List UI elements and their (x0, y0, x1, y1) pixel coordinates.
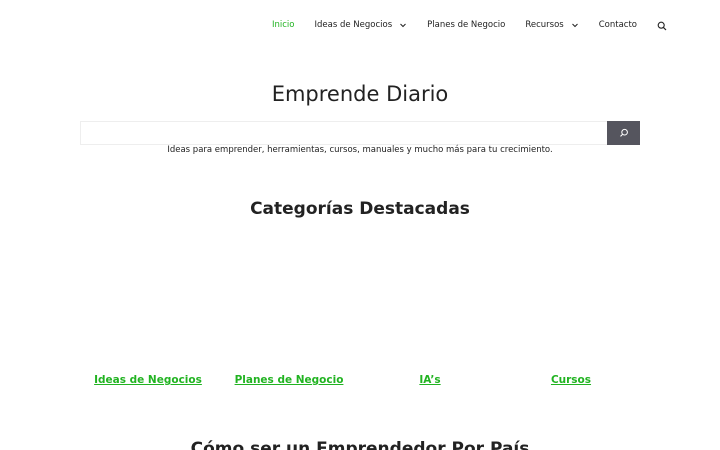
search-input[interactable] (80, 121, 607, 145)
nav-item-label: Contacto (598, 20, 638, 30)
entrepreneur-by-country-title: Cómo ser un Emprendedor Por País (190, 439, 530, 450)
nav-item-inicio[interactable]: Inicio (262, 0, 305, 50)
site-title: Emprende Diario (271, 82, 449, 106)
nav-item-label: Ideas de Negocios (314, 20, 393, 30)
nav-item-label: Recursos (525, 20, 564, 30)
chevron-down-icon (571, 21, 579, 29)
chevron-down-icon (399, 21, 407, 29)
category-link-cursos[interactable]: Cursos (511, 374, 631, 386)
nav-item-contacto[interactable]: Contacto (589, 0, 647, 50)
search-form (80, 121, 640, 145)
category-link-ideas-de-negocios[interactable]: Ideas de Negocios (88, 374, 208, 386)
search-icon (657, 16, 667, 35)
category-link-ias[interactable]: IA’s (370, 374, 490, 386)
nav-item-recursos[interactable]: Recursos (515, 0, 588, 50)
nav-item-label: Inicio (272, 20, 295, 30)
main-menu: Inicio Ideas de Negocios Planes de Negoc… (262, 0, 677, 50)
search-submit-button[interactable] (607, 121, 640, 145)
nav-item-planes-de-negocio[interactable]: Planes de Negocio (417, 0, 515, 50)
category-link-planes-de-negocio[interactable]: Planes de Negocio (229, 374, 349, 386)
top-navigation: Inicio Ideas de Negocios Planes de Negoc… (0, 0, 720, 50)
nav-item-ideas-de-negocios[interactable]: Ideas de Negocios (305, 0, 418, 50)
search-icon (619, 126, 629, 141)
nav-search-button[interactable] (647, 0, 677, 50)
featured-categories-title: Categorías Destacadas (250, 199, 470, 219)
site-tagline: Ideas para emprender, herramientas, curs… (167, 145, 553, 155)
nav-item-label: Planes de Negocio (427, 20, 506, 30)
